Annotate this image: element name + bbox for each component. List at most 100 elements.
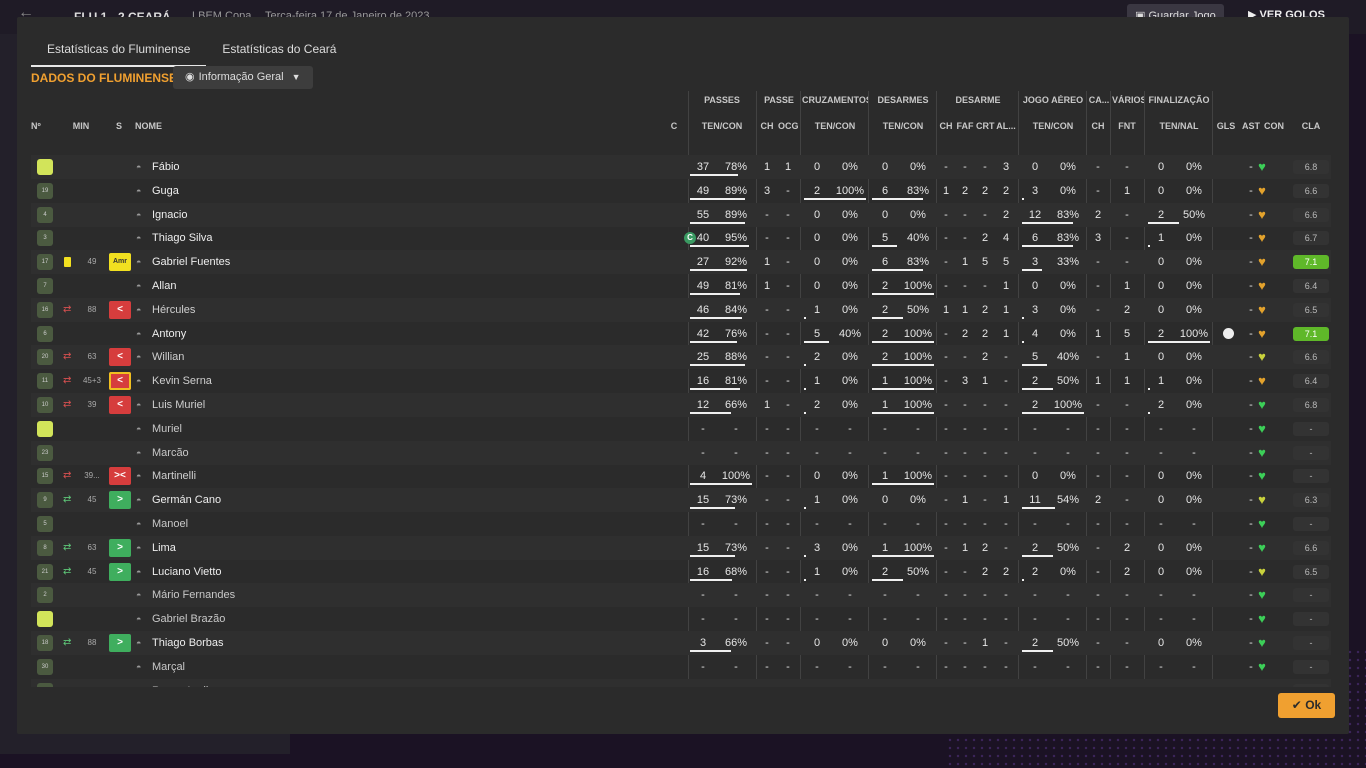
column-header[interactable]: NOME	[135, 121, 175, 131]
tackle-al: -	[1004, 637, 1008, 649]
tackle-al: 2	[1002, 208, 1010, 221]
column-header[interactable]: MIN	[71, 121, 91, 131]
pass-ocg: -	[786, 375, 790, 388]
passes-percent: -	[718, 679, 754, 687]
view-dropdown[interactable]: ◉ Informação Geral ▼	[173, 66, 313, 89]
column-header[interactable]: S	[111, 121, 127, 131]
shots-attempts: 1	[1157, 375, 1165, 388]
pass-ocg: -	[778, 679, 798, 687]
table-row[interactable]: ◓ Fábio 37 78% 1 1 0 0% 0 0% - - -3 0 0% - -0 0% - ♥ 6.8	[31, 155, 1331, 179]
column-group-header: FINALIZAÇÃO	[1148, 95, 1210, 105]
tackle-al: -	[1004, 375, 1008, 388]
player-rating: -	[1293, 517, 1329, 531]
table-row[interactable]: 8 ⇄ 63 > ◓ Lima 15 73% - -3 0% 1 100% -1 2-2 50% -2 0 0% - ♥…	[31, 535, 1331, 560]
player-name[interactable]: Germán Cano	[152, 488, 221, 512]
crosses-percent: 0%	[842, 637, 858, 649]
table-row[interactable]: 2 ◓ Mário Fernandes - - - - - - - - - - - - - - - - - - - ♥ -	[31, 583, 1331, 608]
tab-ceara-stats[interactable]: Estatísticas do Ceará	[206, 39, 352, 65]
column-header[interactable]: OCG	[778, 121, 799, 131]
player-name[interactable]: Luis Muriel	[152, 393, 205, 417]
tackle-al: -	[996, 679, 1016, 687]
table-row[interactable]: 7 ◓ Allan 49 81% 1-0 0% 2 100% - - -1 0 0% -1 0 0% - ♥ 6.4	[31, 274, 1331, 298]
table-row[interactable]: 3 ◓ Thiago Silva C 40 95% - -0 0% 5 40% - -2 4 6 83% 3-1…	[31, 226, 1331, 250]
tab-fluminense-stats[interactable]: Estatísticas do Fluminense	[31, 39, 207, 67]
column-header[interactable]: C	[667, 121, 681, 131]
tackles-percent: 50%	[906, 565, 930, 578]
player-name[interactable]: Muriel	[152, 417, 182, 441]
sub-on-badge: >	[109, 562, 131, 581]
crosses-success-bar	[804, 412, 806, 414]
player-name[interactable]: Thiago Silva	[152, 226, 213, 250]
tackle-faf: -	[963, 399, 967, 411]
table-row[interactable]: 23 ◓ Marcão - - - - - - - - - - - - - - - - - - - ♥ -	[31, 440, 1331, 465]
column-header[interactable]: TEN/CON	[1020, 121, 1086, 131]
table-row[interactable]: 18 ⇄ 88 > ◓ Thiago Borbas 3 66% - -0 0% 0 0% - -1-2 50%…	[31, 631, 1331, 655]
player-name[interactable]: Antony	[152, 322, 186, 346]
column-header[interactable]: AL...	[996, 121, 1016, 131]
column-header[interactable]: CH	[1088, 121, 1108, 131]
ok-button[interactable]: ✔ Ok	[1278, 693, 1335, 718]
crosses-attempts: 1	[813, 565, 821, 578]
table-row[interactable]: 15 ⇄ 39... >< ◓ Martinelli 4 100% - -0 0% 1 100% - - - -…	[31, 464, 1331, 488]
table-row[interactable]: 17 49 Amr ◓ Gabriel Fuentes 27 92% 1-0 0% 6 83% -1 5…	[31, 250, 1331, 275]
pass-ch: -	[765, 446, 769, 459]
player-name[interactable]: Gabriel Fuentes	[152, 250, 230, 274]
misc-fnt: -	[1125, 399, 1129, 411]
player-name[interactable]: Lima	[152, 536, 176, 560]
column-header[interactable]: CON	[1262, 121, 1286, 131]
player-name[interactable]: Thiago Borbas	[152, 631, 224, 655]
player-name[interactable]: Manoel	[152, 512, 188, 536]
column-header[interactable]: Nº	[31, 121, 51, 131]
player-name[interactable]: Kevin Serna	[152, 369, 212, 393]
table-row[interactable]: 19 ◓ Guga 49 89% 3-2 100% 6 83% 1 2 2 2 3 0% -1 0 0% - ♥ 6.6	[31, 179, 1331, 203]
player-name[interactable]: Marcão	[152, 441, 189, 465]
player-rating: 6.7	[1293, 231, 1329, 246]
tackle-al: 3	[1002, 161, 1010, 173]
condition-heart-icon: ♥	[1258, 611, 1266, 627]
column-header[interactable]: FAF	[956, 121, 974, 131]
table-row[interactable]: 20 ⇄ 63 < ◓ Willian 25 88% - -2 0% 2 100% - -2-5 40% -1 0…	[31, 345, 1331, 370]
cards-ch: -	[1096, 422, 1100, 435]
pass-ocg: -	[786, 256, 790, 269]
person-icon: ◓	[136, 447, 142, 458]
player-name[interactable]: Fábio	[152, 155, 180, 179]
player-name[interactable]: Hércules	[152, 298, 195, 322]
column-header[interactable]: CH	[758, 121, 776, 131]
table-row[interactable]: ◓ Gabriel Brazão - - - - - - - - - - - - - - - - - - - ♥ -	[31, 607, 1331, 631]
table-row[interactable]: 12◓Renan Lodi-------------------♥-	[31, 678, 1331, 687]
table-row[interactable]: 9 ⇄ 45 > ◓ Germán Cano 15 73% - -1 0% 0 0% -1-1 11 54% 2…	[31, 488, 1331, 513]
player-name[interactable]: Ignacio	[152, 203, 187, 227]
player-name[interactable]: Luciano Vietto	[152, 560, 222, 584]
player-name[interactable]: Martinelli	[152, 464, 196, 488]
player-name[interactable]: Renan Lodi	[152, 679, 208, 687]
column-header[interactable]: TEN/CON	[688, 121, 756, 131]
column-header[interactable]: CLA	[1294, 121, 1328, 131]
person-icon: ◓	[136, 281, 142, 291]
player-rating: 6.6	[1293, 183, 1329, 198]
column-header[interactable]: GLS	[1214, 121, 1238, 131]
table-row[interactable]: 4 ◓ Ignacio 55 89% - -0 0% 0 0% - - -2 12 83% 2-2 50% - ♥ 6…	[31, 202, 1331, 227]
player-name[interactable]: Marçal	[152, 655, 185, 679]
column-header[interactable]: AST	[1240, 121, 1262, 131]
column-header[interactable]: CH	[938, 121, 954, 131]
column-header[interactable]: FNT	[1112, 121, 1142, 131]
table-row[interactable]: 21 ⇄ 45 > ◓ Luciano Vietto 16 68% - -1 0% 2 50% - -2 2 2…	[31, 560, 1331, 584]
table-row[interactable]: 5 ◓ Manoel - - - - - - - - - - - - - - - - - - - ♥ -	[31, 512, 1331, 536]
table-row[interactable]: 6 ◓ Antony 42 76% - -5 40% 2 100% -2 2 1 4 0% 1 5 2 100% - ♥…	[31, 322, 1331, 346]
aerial-percent: -	[1066, 446, 1070, 459]
column-header[interactable]: TEN/CON	[870, 121, 936, 131]
column-header[interactable]: CRT	[976, 121, 995, 131]
minute-value	[77, 274, 107, 298]
table-row[interactable]: 10 ⇄ 39 < ◓ Luis Muriel 12 66% 1-2 0% 1 100% - - - -2 10…	[31, 393, 1331, 417]
table-row[interactable]: 16 ⇄ 88 < ◓ Hércules 46 84% - -1 0% 2 50% 1 1 2 1 3 0% -2 0 0…	[31, 297, 1331, 322]
table-row[interactable]: 11 ⇄ 45+3 < ◓ Kevin Serna 16 81% - -1 0% 1 100% -3 1-2…	[31, 369, 1331, 393]
player-name[interactable]: Allan	[152, 274, 176, 298]
player-name[interactable]: Gabriel Brazão	[152, 607, 225, 631]
player-name[interactable]: Mário Fernandes	[152, 583, 235, 607]
column-header[interactable]: TEN/CON	[802, 121, 868, 131]
table-row[interactable]: ◓ Muriel - - - - - - - - - - - - - - - - - - - ♥ -	[31, 417, 1331, 441]
player-name[interactable]: Guga	[152, 179, 179, 203]
table-row[interactable]: 30 ◓ Marçal - - - - - - - - - - - - - - - - - - - ♥ -	[31, 655, 1331, 679]
column-header[interactable]: TEN/NAL	[1146, 121, 1212, 131]
player-name[interactable]: Willian	[152, 345, 184, 369]
